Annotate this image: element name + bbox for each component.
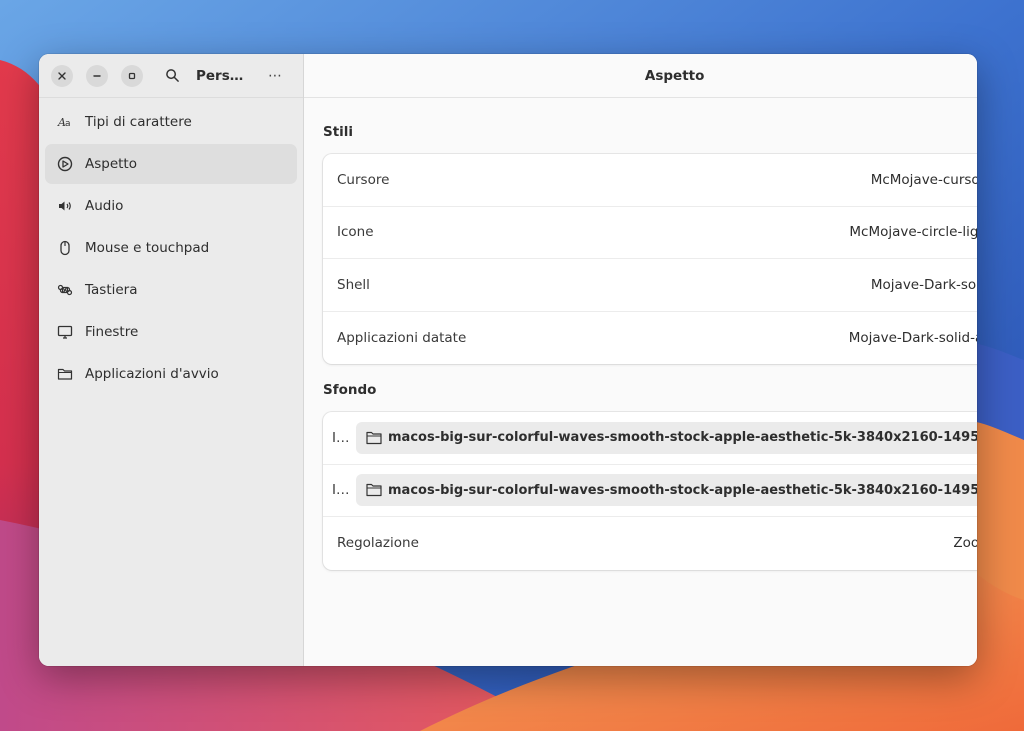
sidebar-item-label: Mouse e touchpad <box>85 240 210 256</box>
sidebar-item-fonts[interactable]: Aa Tipi di carattere <box>45 102 297 142</box>
sidebar-item-label: Finestre <box>85 324 139 340</box>
styles-card: Cursore McMojave-cursors Icone McMojave-… <box>323 154 977 364</box>
maximize-button[interactable] <box>121 64 143 87</box>
folder-icon <box>366 431 382 445</box>
row-label: Regolazione <box>337 535 419 552</box>
row-label: Icone <box>337 224 374 241</box>
page-title: Aspetto <box>304 54 977 98</box>
appearance-icon <box>57 156 73 172</box>
sidebar-item-audio[interactable]: Audio <box>45 186 297 226</box>
content-area: Stili Cursore McMojave-cursors Icone McM… <box>304 98 977 588</box>
shell-row[interactable]: Shell Mojave-Dark-solid <box>323 259 977 312</box>
file-name: macos-big-sur-colorful-waves-smooth-stoc… <box>388 430 977 446</box>
styles-group-title: Stili <box>323 124 354 140</box>
folder-icon <box>366 483 382 497</box>
monitor-icon <box>57 324 73 340</box>
row-label: I… <box>332 482 350 499</box>
row-label: Cursore <box>337 171 390 188</box>
search-icon <box>165 69 179 82</box>
app-title: Pers… <box>196 67 244 84</box>
keyboard-command-icon <box>57 282 73 298</box>
mouse-icon <box>57 240 73 256</box>
sidebar-list: Aa Tipi di carattere Aspetto Audio Mouse… <box>39 98 303 400</box>
sidebar-item-startup-apps[interactable]: Applicazioni d'avvio <box>45 354 297 394</box>
minimize-button[interactable] <box>86 64 108 87</box>
row-label: Shell <box>337 276 370 293</box>
lockscreen-image-row: I… macos-big-sur-colorful-waves-smooth-s… <box>323 465 977 517</box>
shell-theme-dropdown[interactable]: Mojave-Dark-solid <box>871 277 977 293</box>
sidebar-header: Pers… ⋯ <box>39 54 303 98</box>
icon-theme-dropdown[interactable]: McMojave-circle-light <box>849 224 977 240</box>
svg-text:a: a <box>65 119 71 129</box>
sidebar-item-label: Tastiera <box>85 282 138 298</box>
file-name: macos-big-sur-colorful-waves-smooth-stoc… <box>388 482 977 498</box>
maximize-icon <box>128 72 136 79</box>
settings-window: Pers… ⋯ Aa Tipi di carattere Aspetto Aud… <box>39 54 977 666</box>
speaker-icon <box>57 198 73 214</box>
row-label: Applicazioni datate <box>337 329 467 346</box>
sidebar-item-label: Audio <box>85 198 124 214</box>
background-file-chooser[interactable]: macos-big-sur-colorful-waves-smooth-stoc… <box>356 421 977 454</box>
sidebar-item-appearance[interactable]: Aspetto <box>45 144 297 184</box>
sidebar: Pers… ⋯ Aa Tipi di carattere Aspetto Aud… <box>39 54 304 666</box>
sidebar-item-label: Aspetto <box>85 156 137 172</box>
cursor-row[interactable]: Cursore McMojave-cursors <box>323 154 977 207</box>
adjustment-dropdown[interactable]: Zoom <box>953 535 977 551</box>
icons-row[interactable]: Icone McMojave-circle-light <box>323 207 977 259</box>
legacy-apps-row[interactable]: Applicazioni datate Mojave-Dark-solid-al… <box>323 312 977 365</box>
background-group-title: Sfondo <box>323 382 377 398</box>
cursor-theme-dropdown[interactable]: McMojave-cursors <box>871 172 977 188</box>
font-icon: Aa <box>57 114 73 130</box>
adjustment-row[interactable]: Regolazione Zoom <box>323 517 977 570</box>
background-image-row: I… macos-big-sur-colorful-waves-smooth-s… <box>323 412 977 465</box>
close-button[interactable] <box>51 64 73 87</box>
sidebar-item-mouse[interactable]: Mouse e touchpad <box>45 228 297 268</box>
sidebar-item-label: Tipi di carattere <box>85 114 192 130</box>
sidebar-item-windows[interactable]: Finestre <box>45 312 297 352</box>
minimize-icon <box>93 74 101 77</box>
sidebar-item-label: Applicazioni d'avvio <box>85 366 219 382</box>
close-icon <box>58 71 66 80</box>
menu-button[interactable]: ⋯ <box>268 68 283 84</box>
lockscreen-file-chooser[interactable]: macos-big-sur-colorful-waves-smooth-stoc… <box>356 474 977 507</box>
main-panel: Aspetto Stili Cursore McMojave-cursors I… <box>304 54 977 666</box>
row-label: I… <box>332 429 350 446</box>
folder-icon <box>57 366 73 382</box>
sidebar-item-keyboard[interactable]: Tastiera <box>45 270 297 310</box>
background-card: I… macos-big-sur-colorful-waves-smooth-s… <box>323 412 977 570</box>
search-button[interactable] <box>160 64 184 88</box>
legacy-apps-theme-dropdown[interactable]: Mojave-Dark-solid-alt <box>849 330 977 346</box>
